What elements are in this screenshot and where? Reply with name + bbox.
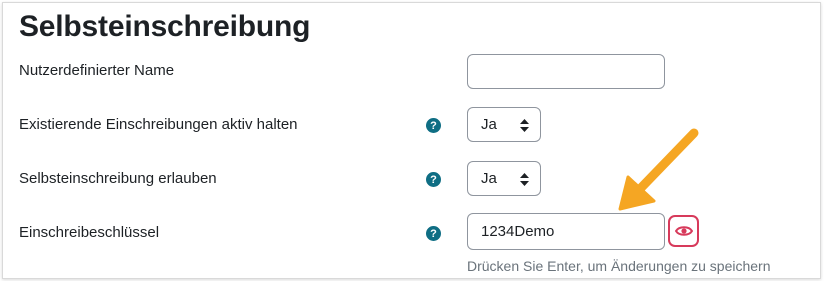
section-title: Selbsteinschreibung <box>19 10 311 43</box>
custom-name-input[interactable] <box>467 54 665 89</box>
eye-icon <box>674 226 693 236</box>
annotation-arrow <box>618 128 699 211</box>
help-icon[interactable]: ? <box>426 172 441 187</box>
allow-self-enrol-select[interactable]: Ja <box>467 161 541 196</box>
custom-name-label: Nutzerdefinierter Name <box>19 62 175 79</box>
allow-self-enrol-value: Ja <box>481 170 497 187</box>
up-down-arrows-icon <box>520 119 529 132</box>
enrol-key-value: 1234Demo <box>481 223 555 240</box>
keep-active-select[interactable]: Ja <box>467 107 541 142</box>
keep-active-label: Existierende Einschreibungen aktiv halte… <box>19 116 298 133</box>
keep-active-value: Ja <box>481 116 497 133</box>
enrol-key-hint: Drücken Sie Enter, um Änderungen zu spei… <box>467 258 771 274</box>
help-icon[interactable]: ? <box>426 118 441 133</box>
help-icon[interactable]: ? <box>426 226 441 241</box>
enrol-key-label: Einschreibeschlüssel <box>19 224 160 241</box>
allow-self-enrol-label: Selbsteinschreibung erlauben <box>19 170 217 187</box>
up-down-arrows-icon <box>520 173 529 186</box>
